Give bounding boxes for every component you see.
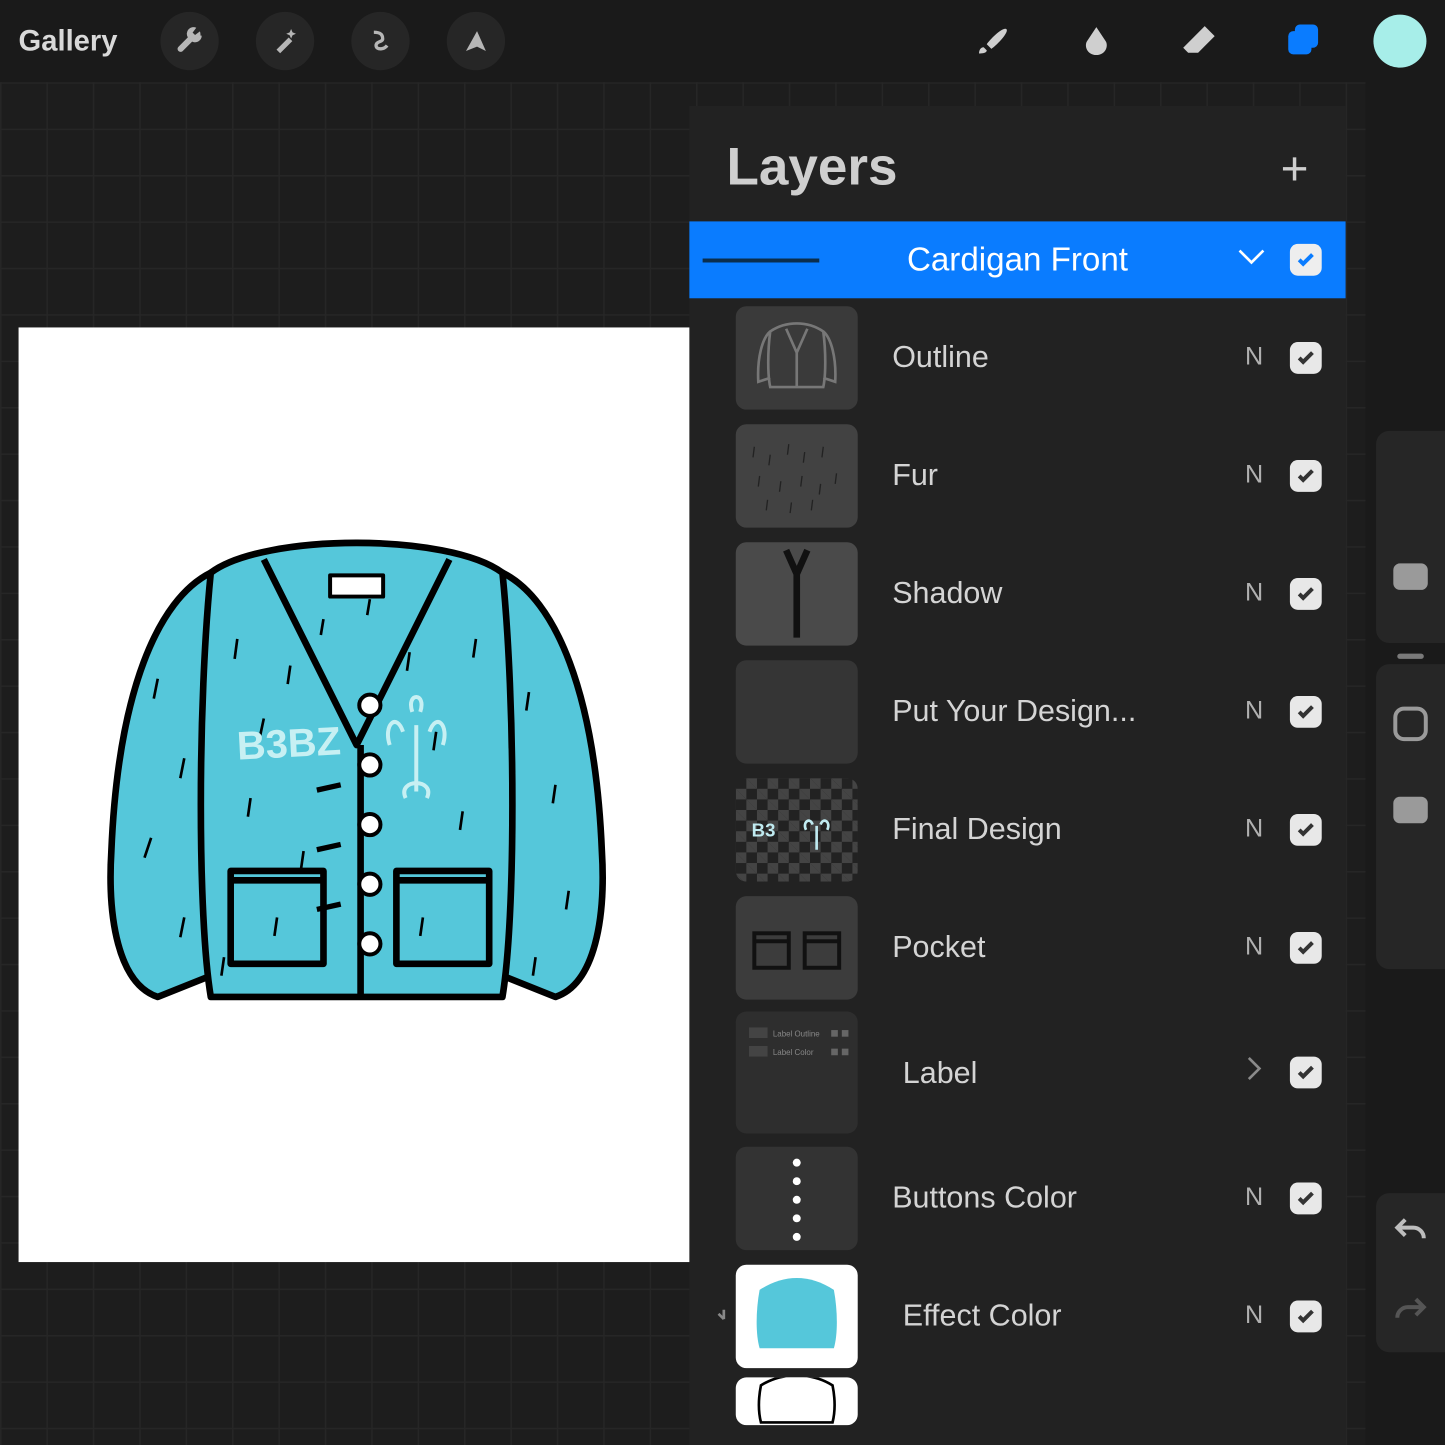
undo-redo-group (1376, 1193, 1445, 1352)
layer-thumb (736, 896, 858, 999)
layer-row[interactable]: Fur N (689, 416, 1345, 534)
gallery-button[interactable]: Gallery (19, 24, 118, 58)
layer-thumb (736, 1264, 858, 1367)
blend-mode[interactable]: N (1242, 697, 1266, 726)
brush-icon[interactable] (960, 15, 1026, 68)
svg-text:B3: B3 (752, 819, 776, 840)
layer-row[interactable]: B3 Final Design N (689, 770, 1345, 888)
selection-icon[interactable] (351, 12, 409, 70)
color-swatch[interactable] (1373, 15, 1426, 68)
layer-thumb (736, 1146, 858, 1249)
right-sidebar (1376, 431, 1445, 969)
undo-button[interactable] (1392, 1214, 1429, 1252)
clip-mask-icon (715, 1306, 736, 1325)
layers-title: Layers (726, 138, 897, 198)
layer-row[interactable]: Pocket N (689, 888, 1345, 1006)
add-layer-button[interactable]: + (1281, 140, 1309, 196)
chevron-down-icon[interactable] (1237, 247, 1266, 272)
layer-row[interactable]: Shadow N (689, 534, 1345, 652)
layer-thumb (736, 660, 858, 763)
layer-row[interactable]: Effect Color N (689, 1257, 1345, 1375)
layer-row[interactable]: Buttons Color N (689, 1139, 1345, 1257)
layer-thumb: Label Outline Label Color (736, 1012, 858, 1134)
layer-name: Buttons Color (858, 1180, 1219, 1216)
layer-thumb (736, 1377, 858, 1425)
layer-group-row[interactable]: Cardigan Front (689, 221, 1345, 298)
chevron-right-icon[interactable] (1242, 1055, 1266, 1089)
blend-mode[interactable]: N (1242, 815, 1266, 844)
svg-text:B3BZ: B3BZ (236, 719, 342, 768)
arrow-icon[interactable] (446, 12, 504, 70)
wrench-icon[interactable] (160, 12, 218, 70)
visibility-checkbox[interactable] (1290, 244, 1322, 276)
layer-row[interactable]: Put Your Design... N (689, 652, 1345, 770)
visibility-checkbox[interactable] (1290, 459, 1322, 491)
brush-size-slider[interactable] (1376, 431, 1445, 643)
layers-icon[interactable] (1270, 15, 1336, 68)
visibility-checkbox[interactable] (1290, 1182, 1322, 1214)
visibility-checkbox[interactable] (1290, 695, 1322, 727)
cardigan-artwork: B3BZ (78, 519, 635, 1049)
layer-name: Final Design (858, 811, 1219, 847)
svg-text:Label Color: Label Color (773, 1048, 814, 1057)
visibility-checkbox[interactable] (1290, 341, 1322, 373)
svg-text:Label Outline: Label Outline (773, 1030, 820, 1039)
visibility-checkbox[interactable] (1290, 813, 1322, 845)
blend-mode[interactable]: N (1242, 343, 1266, 372)
layer-name: Outline (858, 339, 1219, 375)
blend-mode[interactable]: N (1242, 579, 1266, 608)
layer-row[interactable]: Outline N (689, 298, 1345, 416)
smudge-icon[interactable] (1063, 15, 1129, 68)
layer-thumb (736, 306, 858, 409)
layer-thumb: B3 (736, 778, 858, 881)
visibility-checkbox[interactable] (1290, 931, 1322, 963)
layer-row[interactable] (689, 1375, 1345, 1428)
layer-name: Pocket (858, 929, 1219, 965)
group-name: Cardigan Front (822, 241, 1213, 279)
layer-thumb (736, 542, 858, 645)
blend-mode[interactable]: N (1242, 1301, 1266, 1330)
group-thumb (689, 221, 822, 298)
layer-name: Effect Color (858, 1298, 1219, 1334)
layer-name: Shadow (858, 575, 1219, 611)
blend-mode[interactable]: N (1242, 1183, 1266, 1212)
wand-icon[interactable] (255, 12, 313, 70)
blend-mode[interactable]: N (1242, 461, 1266, 490)
visibility-checkbox[interactable] (1290, 1300, 1322, 1332)
redo-button[interactable] (1392, 1293, 1429, 1331)
visibility-checkbox[interactable] (1290, 1057, 1322, 1089)
layers-panel: Layers + Cardigan Front Outline N (689, 106, 1345, 1445)
visibility-checkbox[interactable] (1290, 577, 1322, 609)
artboard[interactable]: B3BZ (19, 327, 695, 1262)
layer-name: Put Your Design... (858, 693, 1219, 729)
layer-row[interactable]: Label Outline Label Color Label (689, 1006, 1345, 1139)
topbar: Gallery (0, 0, 1445, 82)
layer-name: Label (858, 1055, 1219, 1091)
eraser-icon[interactable] (1167, 15, 1233, 68)
brush-opacity-slider[interactable] (1376, 664, 1445, 969)
blend-mode[interactable]: N (1242, 933, 1266, 962)
layer-thumb (736, 424, 858, 527)
layer-name: Fur (858, 457, 1219, 493)
